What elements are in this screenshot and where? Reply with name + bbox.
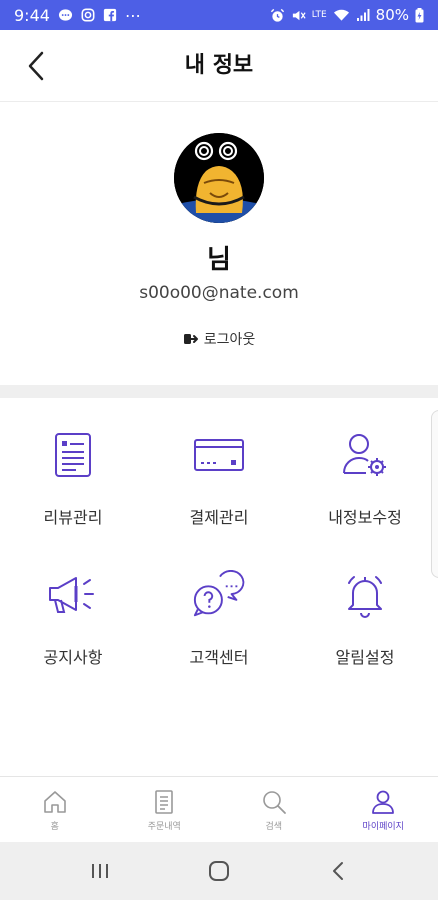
signal-icon [356, 8, 370, 22]
status-left: 9:44 ⋯ [14, 6, 142, 25]
menu-item-payment[interactable]: 결제관리 [146, 398, 292, 528]
menu-item-review[interactable]: 리뷰관리 [0, 398, 146, 528]
user-settings-icon [337, 430, 393, 480]
nav-orders[interactable]: 주문내역 [110, 777, 220, 842]
review-doc-icon [45, 430, 101, 480]
bell-icon [337, 570, 393, 620]
nav-search[interactable]: 검색 [219, 777, 329, 842]
side-drawer-handle[interactable] [431, 410, 438, 578]
menu-item-notification-settings[interactable]: 알림설정 [292, 538, 438, 668]
back-arrow-icon [333, 862, 344, 880]
chat-bubbles-icon [191, 570, 247, 620]
more-dots: ⋯ [124, 5, 142, 25]
menu-label: 내정보수정 [328, 508, 402, 527]
wifi-icon [333, 8, 350, 22]
menu-grid: 리뷰관리 결제관리 내정보수정 공지사항 고객센터 알림설정 [0, 398, 438, 776]
home-button[interactable] [199, 851, 239, 891]
menu-label: 결제관리 [189, 508, 249, 527]
recent-apps-icon [91, 864, 108, 878]
receipt-icon [155, 790, 174, 814]
menu-item-customer-center[interactable]: 고객센터 [146, 538, 292, 668]
status-bar: 9:44 ⋯ LTE 80% [0, 0, 438, 30]
user-icon [372, 790, 395, 814]
menu-label: 공지사항 [43, 648, 103, 667]
nav-label: 홈 [50, 822, 59, 832]
logout-button[interactable]: 로그아웃 [0, 329, 438, 349]
app-header: 내 정보 [0, 30, 438, 102]
status-right: LTE 80% [270, 6, 424, 24]
recent-apps-button[interactable] [80, 851, 120, 891]
nav-home[interactable]: 홈 [0, 777, 110, 842]
logout-icon [183, 334, 198, 344]
user-email: s00o00@nate.com [139, 283, 299, 303]
avatar-image [174, 133, 264, 223]
credit-card-icon [191, 430, 247, 480]
chat-icon [58, 8, 73, 23]
alarm-icon [270, 8, 285, 23]
menu-item-notice[interactable]: 공지사항 [0, 538, 146, 668]
menu-item-edit-profile[interactable]: 내정보수정 [292, 398, 438, 528]
battery-percent: 80% [375, 6, 409, 24]
avatar [174, 133, 264, 223]
page-title: 내 정보 [184, 53, 254, 78]
nav-label: 주문내역 [147, 822, 181, 832]
menu-label: 고객센터 [189, 648, 249, 667]
profile-section: 님 s00o00@nate.com 로그아웃 [0, 103, 438, 385]
logout-label: 로그아웃 [203, 332, 256, 348]
user-name: 님 [207, 245, 231, 275]
system-back-button[interactable] [318, 851, 358, 891]
nav-label: 마이페이지 [362, 822, 404, 832]
status-time: 9:44 [14, 5, 50, 25]
nav-label: 검색 [265, 822, 283, 832]
facebook-icon [103, 8, 117, 22]
section-divider [0, 385, 438, 398]
system-nav-bar [0, 842, 438, 900]
battery-icon [415, 7, 424, 23]
home-icon [43, 791, 66, 813]
menu-label: 리뷰관리 [43, 508, 103, 527]
megaphone-icon [45, 570, 101, 620]
instagram-icon [81, 8, 95, 22]
home-circle-icon [208, 861, 229, 881]
bottom-nav: 홈 주문내역 검색 마이페이지 [0, 776, 438, 842]
nav-mypage[interactable]: 마이페이지 [329, 777, 438, 842]
search-icon [262, 791, 286, 814]
menu-label: 알림설정 [335, 648, 395, 667]
volte-icon: LTE [311, 10, 327, 20]
mute-icon [291, 8, 306, 23]
